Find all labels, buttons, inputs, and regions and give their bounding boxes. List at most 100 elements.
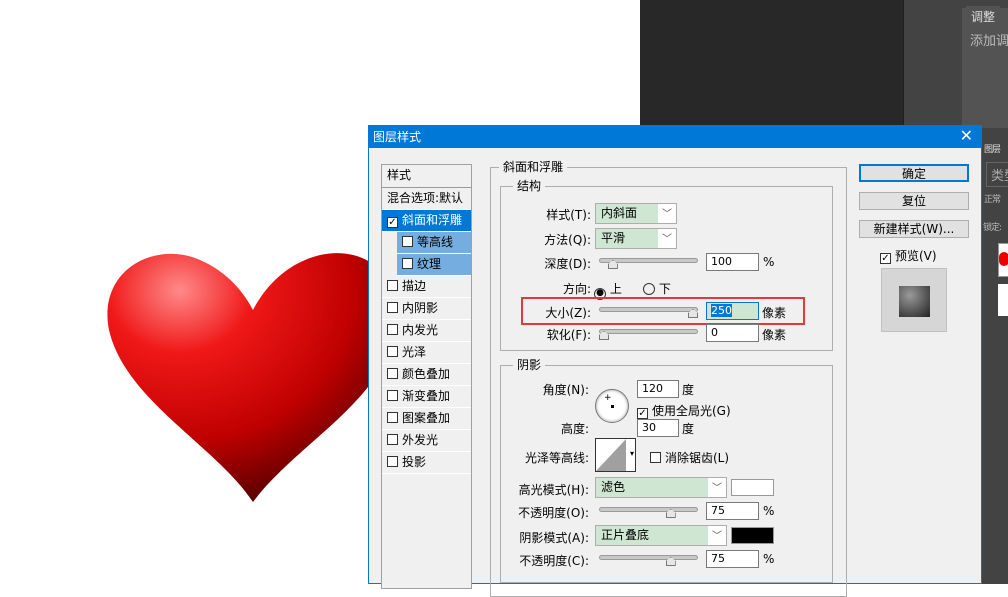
chevron-down-icon: ﹀ [662,230,672,245]
soften-input[interactable]: 0 [706,324,759,342]
direction-down-radio[interactable]: 下 [643,280,671,297]
close-icon[interactable]: ✕ [960,126,973,145]
style-item-label: 渐变叠加 [402,389,450,403]
size-input[interactable]: 250 [706,302,759,320]
slider-thumb[interactable] [599,331,609,340]
global-light-checkbox[interactable]: ✓使用全局光(G) [637,402,731,419]
checkbox[interactable] [387,412,398,423]
direction-label: 方向: [471,280,591,297]
checkbox[interactable] [387,368,398,379]
dialog-title: 图层样式 [373,130,421,144]
style-item-label: 图案叠加 [402,411,450,425]
gloss-contour-picker[interactable]: ▾ [595,438,636,472]
styles-header[interactable]: 样式 [382,165,471,188]
size-slider[interactable] [599,307,698,312]
shadow-opacity-slider[interactable] [599,555,698,560]
size-unit: 像素 [762,304,786,321]
highlight-opacity-slider[interactable] [599,507,698,512]
checkbox[interactable] [387,456,398,467]
preview-checkbox[interactable]: ✓预览(V) [880,247,937,264]
shadow-color-swatch[interactable] [731,527,774,544]
style-item[interactable]: 描边 [382,276,471,298]
slider-thumb[interactable] [666,509,676,518]
background-layer-thumbnail[interactable] [998,284,1008,316]
anti-alias-checkbox[interactable]: 消除锯齿(L) [650,449,729,466]
style-item-label: 投影 [402,455,426,469]
structure-title: 结构 [513,179,545,194]
tab-layers[interactable]: 图层 [984,142,1000,155]
style-item[interactable]: ✓斜面和浮雕 [382,210,471,232]
layer-blend-mode[interactable]: 正常 [984,192,1000,205]
soften-slider[interactable] [599,329,698,334]
chevron-down-icon: ﹀ [712,527,722,542]
checkbox-checked: ✓ [880,253,891,264]
style-item-label: 等高线 [417,235,453,249]
shadow-opacity-input[interactable]: 75 [706,550,759,568]
slider-thumb[interactable] [666,557,676,566]
checkbox[interactable] [387,302,398,313]
soften-unit: 像素 [762,326,786,343]
styles-list: 样式 混合选项:默认 ✓斜面和浮雕等高线纹理描边内阴影内发光光泽颜色叠加渐变叠加… [381,164,472,589]
shadow-opacity-label: 不透明度(C): [469,552,589,569]
altitude-label: 高度: [469,420,589,437]
style-item[interactable]: 内阴影 [382,298,471,320]
shading-title: 阴影 [513,358,545,373]
shadow-mode-label: 阴影模式(A): [469,529,589,546]
depth-slider[interactable] [599,258,698,263]
slider-thumb[interactable] [608,260,618,269]
style-item[interactable]: 颜色叠加 [382,364,471,386]
style-item-label: 外发光 [402,433,438,447]
layer-kind-filter[interactable]: 类型 [986,162,1008,187]
ok-button[interactable]: 确定 [859,164,969,182]
angle-label: 角度(N): [469,381,589,398]
dialog-titlebar[interactable]: 图层样式 [369,126,981,148]
highlight-color-swatch[interactable] [731,479,774,496]
checkbox[interactable] [402,236,413,247]
style-item[interactable]: 纹理 [397,254,471,276]
depth-label: 深度(D): [471,255,591,272]
angle-dial[interactable]: + [595,389,629,423]
highlight-opacity-input[interactable]: 75 [706,502,759,520]
reset-button[interactable]: 复位 [859,192,969,210]
checkbox[interactable] [387,346,398,357]
style-item[interactable]: 光泽 [382,342,471,364]
highlight-mode-select[interactable]: 滤色﹀ [595,477,727,498]
checkbox-checked: ✓ [637,408,648,419]
group-title: 斜面和浮雕 [499,160,567,175]
heart-image [105,250,405,510]
style-item-label: 光泽 [402,345,426,359]
depth-input[interactable]: 100 [706,253,759,271]
style-item[interactable]: 投影 [382,452,471,474]
checkbox[interactable] [387,390,398,401]
style-item[interactable]: 外发光 [382,430,471,452]
shadow-opacity-unit: % [763,552,774,566]
chevron-down-icon: ﹀ [712,479,722,494]
style-label: 样式(T): [471,206,591,223]
checkbox[interactable] [387,434,398,445]
highlight-opacity-unit: % [763,504,774,518]
checkbox[interactable] [402,258,413,269]
style-item[interactable]: 图案叠加 [382,408,471,430]
blending-options[interactable]: 混合选项:默认 [382,188,471,210]
tab-adjustments[interactable]: 调整 [966,6,1000,27]
layer-thumbnail[interactable] [998,243,1008,277]
depth-unit: % [763,255,774,269]
shadow-mode-select[interactable]: 正片叠底﹀ [595,525,727,546]
chevron-down-icon: ﹀ [662,205,672,220]
style-item[interactable]: 渐变叠加 [382,386,471,408]
dropdown-arrow-icon: ▾ [630,449,634,458]
style-item-label: 纹理 [417,257,441,271]
checkbox[interactable] [387,324,398,335]
checkbox-checked[interactable]: ✓ [387,217,398,228]
style-item-label: 颜色叠加 [402,367,450,381]
altitude-input[interactable]: 30 [637,419,679,437]
angle-unit: 度 [682,381,694,398]
style-item[interactable]: 内发光 [382,320,471,342]
style-item[interactable]: 等高线 [397,232,471,254]
slider-thumb[interactable] [688,309,698,318]
angle-input[interactable]: 120 [637,380,679,398]
new-style-button[interactable]: 新建样式(W)... [859,220,969,238]
technique-select[interactable]: 平滑﹀ [595,228,677,249]
checkbox[interactable] [387,280,398,291]
style-select[interactable]: 内斜面﹀ [595,203,677,224]
